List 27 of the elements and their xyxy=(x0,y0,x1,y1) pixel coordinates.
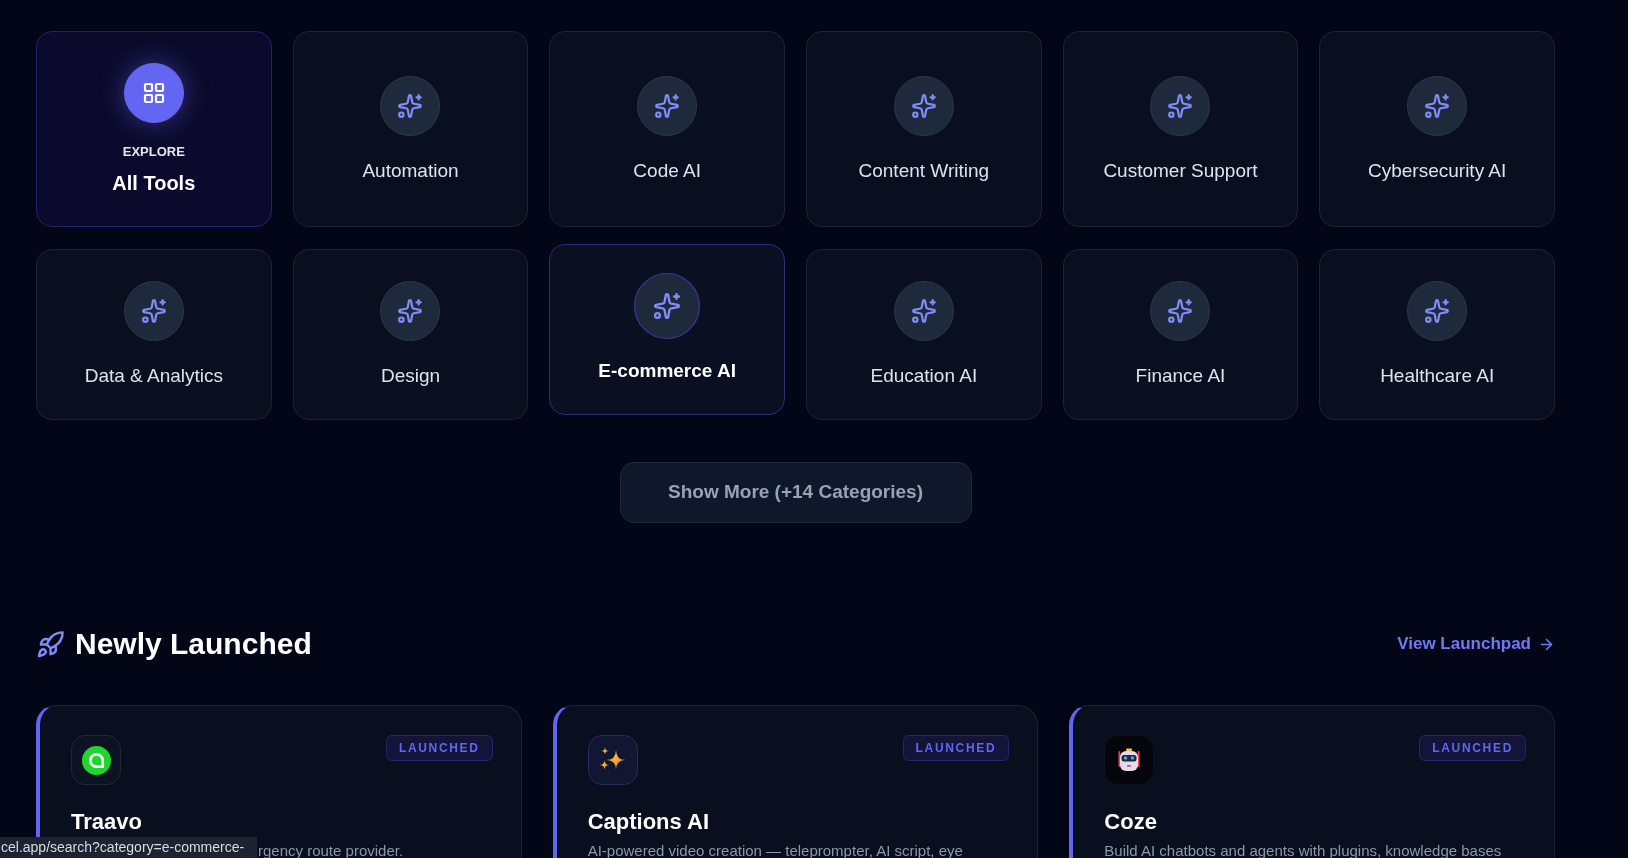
show-more-button[interactable]: Show More (+14 Categories) xyxy=(619,462,972,523)
category-card[interactable]: Design xyxy=(292,249,529,420)
tool-name: Captions AI xyxy=(587,808,710,836)
grid-icon xyxy=(123,63,184,123)
category-card[interactable]: Code AI xyxy=(549,31,785,227)
category-card[interactable]: EXPLORE All Tools xyxy=(36,31,272,227)
robot-icon xyxy=(1104,735,1155,785)
status-bar: cel.app/search?category=e-commerce- xyxy=(0,837,257,858)
sparkles-icon xyxy=(587,735,638,785)
category-card[interactable]: Content Writing xyxy=(806,31,1042,227)
category-card[interactable]: Education AI xyxy=(806,249,1042,420)
view-launchpad-link[interactable]: View Launchpad xyxy=(1397,631,1555,657)
rocket-icon xyxy=(36,629,65,659)
section-title: Newly Launched xyxy=(75,626,312,662)
tool-name: Traavo xyxy=(71,808,142,836)
status-badge: LAUNCHED xyxy=(385,735,493,761)
status-badge: LAUNCHED xyxy=(1419,735,1526,761)
tool-name: Coze xyxy=(1104,808,1157,836)
category-card[interactable]: Data & Analytics xyxy=(36,249,272,420)
status-badge: LAUNCHED xyxy=(902,735,1010,761)
category-card[interactable]: Automation xyxy=(292,31,529,227)
category-card[interactable]: E-commerce AI xyxy=(549,244,785,415)
category-card[interactable]: Finance AI xyxy=(1062,249,1299,420)
category-card[interactable]: Customer Support xyxy=(1062,31,1299,227)
chat-bubble-logo-icon xyxy=(71,735,121,785)
category-card[interactable]: Cybersecurity AI xyxy=(1319,31,1555,227)
category-card[interactable]: Healthcare AI xyxy=(1319,249,1555,420)
